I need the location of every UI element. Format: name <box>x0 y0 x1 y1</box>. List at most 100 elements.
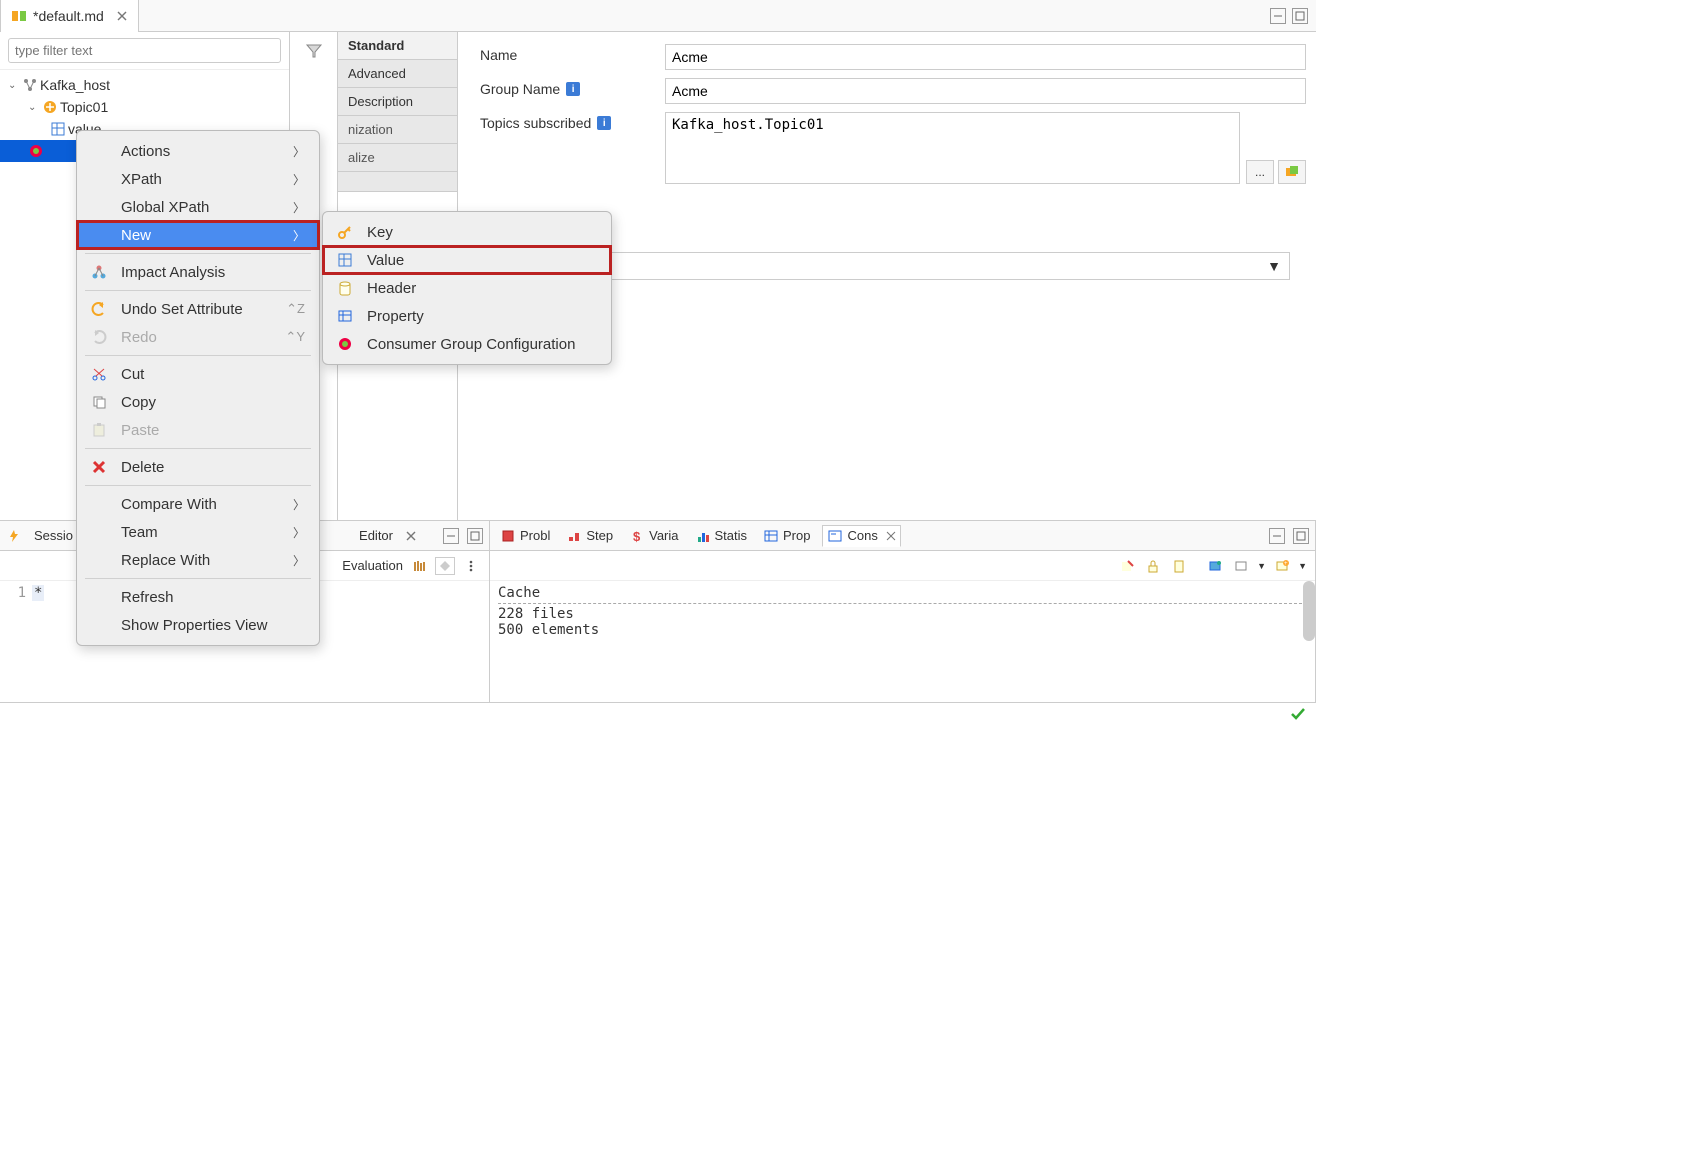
menu-team[interactable]: Team〉 <box>77 518 319 546</box>
panel-minimize-button[interactable] <box>1269 528 1285 544</box>
scissors-icon <box>91 366 111 382</box>
menu-actions[interactable]: Actions〉 <box>77 137 319 165</box>
doc-icon[interactable] <box>1169 557 1189 575</box>
minimize-button[interactable] <box>1270 8 1286 24</box>
name-input[interactable] <box>665 44 1306 70</box>
console-line: 228 files <box>498 606 1307 622</box>
context-menu: Actions〉 XPath〉 Global XPath〉 New〉 Impac… <box>76 130 320 646</box>
chevron-right-icon: 〉 <box>293 171 305 188</box>
check-icon <box>1290 706 1306 722</box>
md-file-icon <box>11 8 27 24</box>
status-bar <box>0 702 1316 724</box>
section-tab-advanced[interactable]: Advanced <box>338 60 457 88</box>
info-icon[interactable]: i <box>597 116 611 130</box>
chevron-down-icon[interactable]: ▼ <box>1298 561 1307 571</box>
statistics-tab[interactable]: Statis <box>691 526 752 546</box>
panel-maximize-button[interactable] <box>467 528 483 544</box>
variables-tab[interactable]: $Varia <box>625 526 682 546</box>
topic-browse-button[interactable] <box>1278 160 1306 184</box>
chevron-down-icon: ▼ <box>1267 258 1281 274</box>
scrollbar-thumb[interactable] <box>1303 581 1315 641</box>
svg-text:$: $ <box>633 529 641 543</box>
console-line: Cache <box>498 585 1307 601</box>
funnel-icon[interactable] <box>305 42 323 60</box>
session-tab[interactable]: Sessio <box>30 526 77 545</box>
maximize-button[interactable] <box>1292 8 1308 24</box>
console-output[interactable]: Cache 228 files 500 elements <box>490 581 1315 702</box>
chevron-right-icon: 〉 <box>293 227 305 244</box>
submenu-value[interactable]: Value <box>323 246 611 274</box>
tree-topic[interactable]: ⌄ Topic01 <box>0 96 289 118</box>
submenu-header[interactable]: Header <box>323 274 611 302</box>
menu-cut[interactable]: Cut <box>77 360 319 388</box>
menu-global-xpath[interactable]: Global XPath〉 <box>77 193 319 221</box>
panel-maximize-button[interactable] <box>1293 528 1309 544</box>
problems-tab[interactable]: Probl <box>496 526 554 546</box>
chevron-right-icon: 〉 <box>293 143 305 160</box>
close-icon[interactable] <box>886 531 896 541</box>
menu-copy[interactable]: Copy <box>77 388 319 416</box>
menu-impact-analysis[interactable]: Impact Analysis <box>77 258 319 286</box>
caret-icon: ⌄ <box>28 102 42 113</box>
section-tab-partial1[interactable]: nization <box>338 116 457 144</box>
pin-icon[interactable] <box>1205 557 1225 575</box>
step-tab[interactable]: Step <box>562 526 617 546</box>
new-console-icon[interactable]: + <box>1272 557 1292 575</box>
section-tab-blank[interactable] <box>338 172 457 192</box>
menu-replace[interactable]: Replace With〉 <box>77 546 319 574</box>
kebab-icon[interactable] <box>461 557 481 575</box>
copy-icon <box>91 394 111 410</box>
display-icon[interactable] <box>1231 557 1251 575</box>
menu-compare[interactable]: Compare With〉 <box>77 490 319 518</box>
close-icon[interactable] <box>405 530 417 542</box>
menu-undo[interactable]: Undo Set Attribute⌃Z <box>77 295 319 323</box>
value-icon <box>337 252 357 268</box>
section-tab-standard[interactable]: Standard <box>338 32 457 60</box>
editor-text: * <box>32 585 44 601</box>
topic-icon <box>42 99 60 115</box>
info-icon[interactable]: i <box>566 82 580 96</box>
value-icon <box>50 121 68 137</box>
submenu-property[interactable]: Property <box>323 302 611 330</box>
library-icon[interactable] <box>409 557 429 575</box>
tree-root[interactable]: ⌄ Kafka_host <box>0 74 289 96</box>
more-button[interactable]: ... <box>1246 160 1274 184</box>
menu-new[interactable]: New〉 <box>77 221 319 249</box>
panel-minimize-button[interactable] <box>443 528 459 544</box>
section-tab-partial2[interactable]: alize <box>338 144 457 172</box>
editor-tab[interactable]: Editor <box>355 526 397 545</box>
bottom-right-panel: Probl Step $Varia Statis Prop Cons ▼ + ▼… <box>490 521 1316 702</box>
tab-title: *default.md <box>33 8 104 24</box>
menu-redo: Redo⌃Y <box>77 323 319 351</box>
properties-tab[interactable]: Prop <box>759 526 814 546</box>
redo-icon <box>91 329 111 345</box>
close-tab-icon[interactable] <box>116 10 128 22</box>
submenu-key[interactable]: Key <box>323 218 611 246</box>
table-icon <box>763 528 779 544</box>
menu-delete[interactable]: Delete <box>77 453 319 481</box>
delete-icon <box>91 459 111 475</box>
editor-tab[interactable]: *default.md <box>0 0 139 32</box>
group-input[interactable] <box>665 78 1306 104</box>
submenu-consumer-group[interactable]: Consumer Group Configuration <box>323 330 611 358</box>
diamond-icon[interactable] <box>435 557 455 575</box>
undo-icon <box>91 301 111 317</box>
header-icon <box>337 280 357 296</box>
dollar-icon: $ <box>629 528 645 544</box>
console-tab[interactable]: Cons <box>822 525 900 547</box>
lock-icon[interactable] <box>1143 557 1163 575</box>
group-label: Group Namei <box>480 78 665 97</box>
menu-xpath[interactable]: XPath〉 <box>77 165 319 193</box>
chevron-down-icon[interactable]: ▼ <box>1257 561 1266 571</box>
topics-input[interactable]: Kafka_host.Topic01 <box>665 112 1240 184</box>
chevron-right-icon: 〉 <box>293 496 305 513</box>
menu-refresh[interactable]: Refresh <box>77 583 319 611</box>
chevron-right-icon: 〉 <box>293 552 305 569</box>
tree-root-label: Kafka_host <box>40 77 110 93</box>
svg-text:+: + <box>1284 561 1288 567</box>
section-tab-description[interactable]: Description <box>338 88 457 116</box>
editor-tab-bar: *default.md <box>0 0 1316 32</box>
menu-show-properties[interactable]: Show Properties View <box>77 611 319 639</box>
tree-filter-input[interactable] <box>8 38 281 63</box>
clear-icon[interactable] <box>1117 557 1137 575</box>
